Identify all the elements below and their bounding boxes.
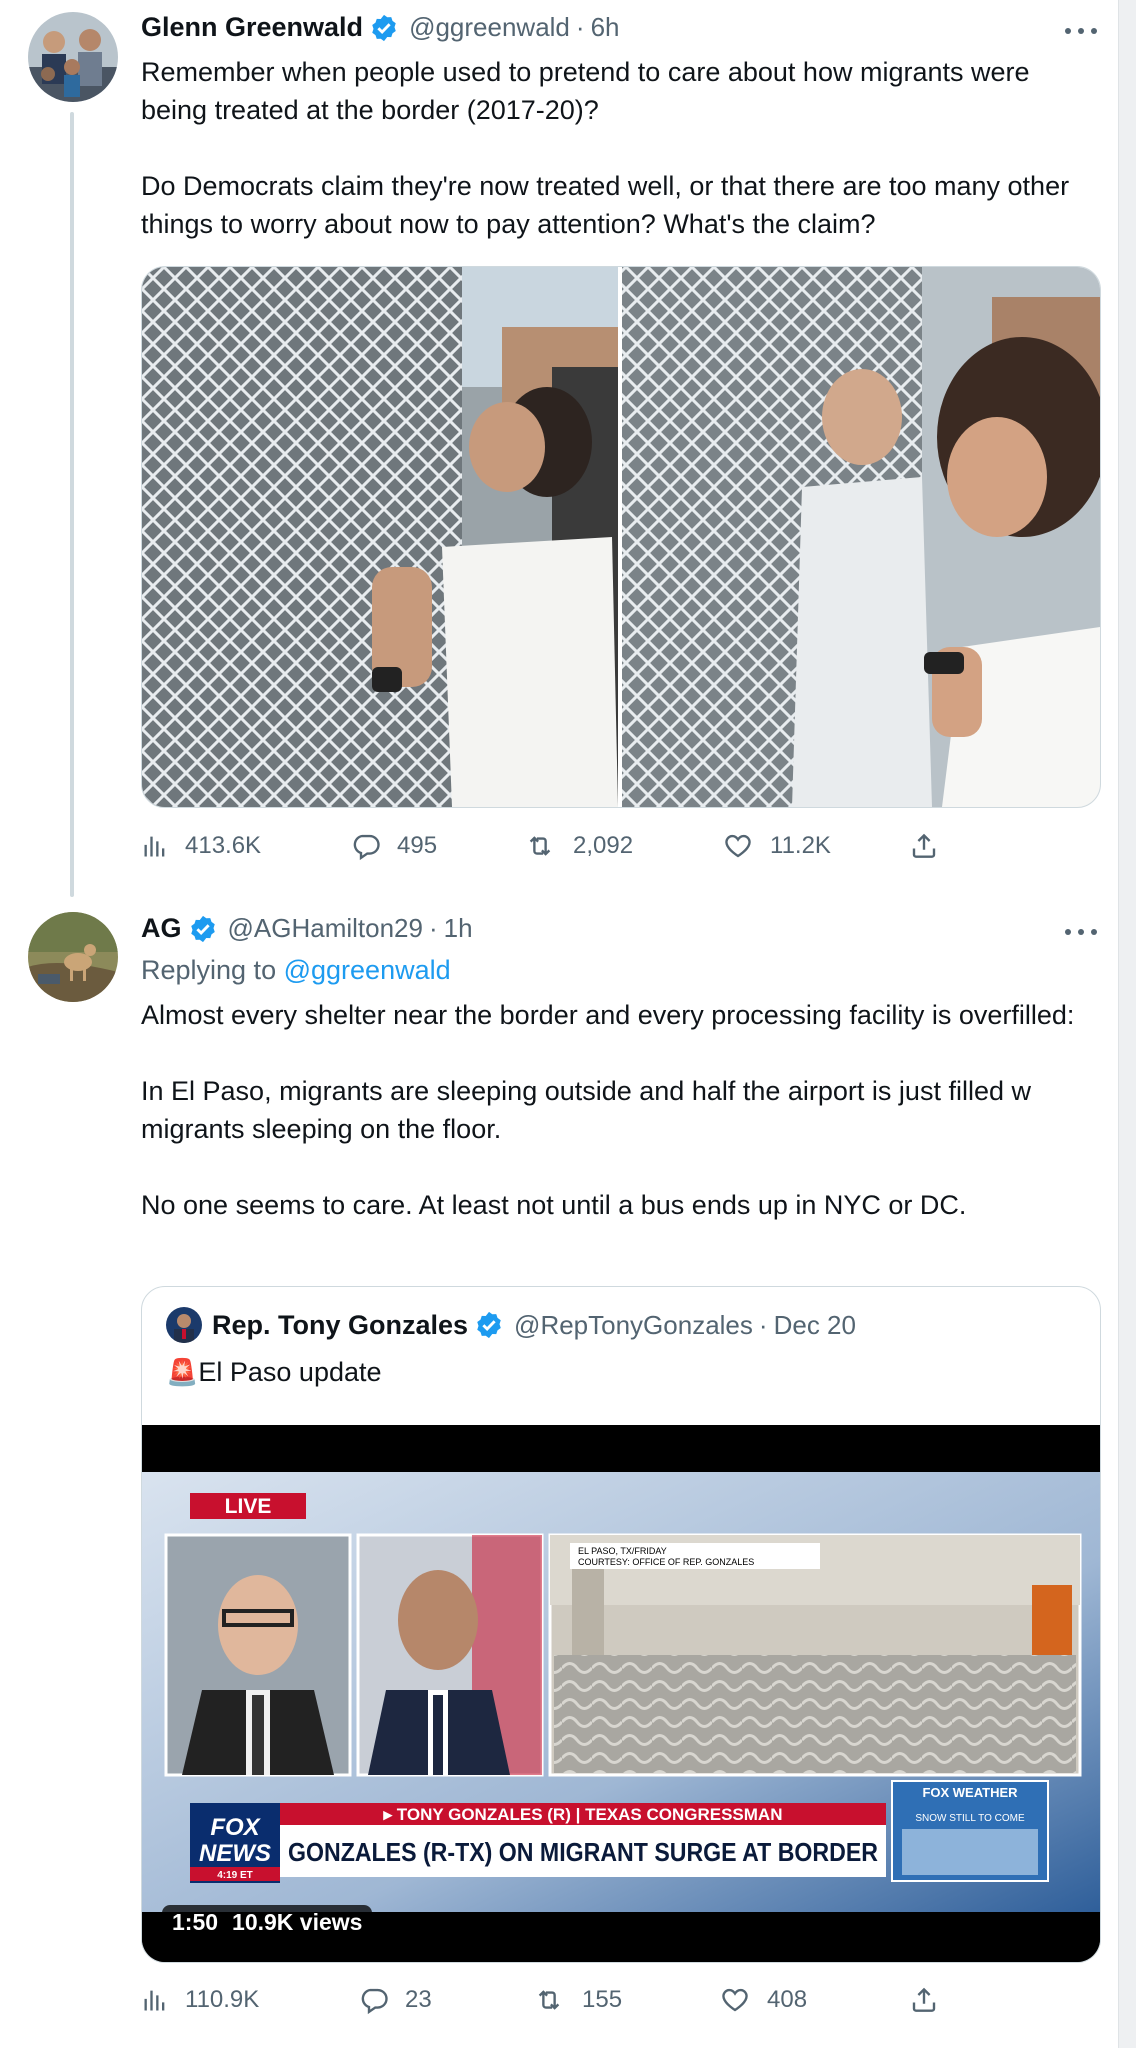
reply-count: 495 (397, 832, 438, 859)
weather-title: FOX WEATHER (922, 1785, 1018, 1800)
lower-third-main: GONZALES (R-TX) ON MIGRANT SURGE AT BORD… (288, 1837, 878, 1867)
retweet-button[interactable]: 155 (532, 1985, 622, 2015)
replying-to: Replying to @ggreenwald (141, 955, 451, 986)
tweet-actions: 413.6K 495 2,092 11.2K (141, 831, 961, 871)
dot-separator: · (575, 12, 585, 42)
heart-icon (722, 1988, 748, 2012)
share-button[interactable] (909, 831, 955, 861)
replying-to-link[interactable]: @ggreenwald (284, 955, 451, 985)
quote-header: Rep. Tony Gonzales @RepTonyGonzales · De… (166, 1307, 856, 1343)
quote-author-name[interactable]: Rep. Tony Gonzales (212, 1310, 468, 1341)
fox-logo-line1: FOX (210, 1814, 261, 1841)
retweet-count: 155 (582, 1986, 623, 2013)
quote-text-body: El Paso update (198, 1357, 382, 1387)
lower-third-top: ▸ TONY GONZALES (R) | TEXAS CONGRESSMAN (383, 1805, 783, 1824)
like-button[interactable]: 11.2K (722, 831, 831, 861)
courtesy-label: COURTESY: OFFICE OF REP. GONZALES (578, 1557, 754, 1567)
reply-button[interactable]: 495 (351, 831, 437, 861)
views-icon (144, 836, 165, 857)
author-name[interactable]: AG (141, 913, 182, 944)
verified-badge-icon (190, 915, 215, 942)
replying-prefix: Replying to (141, 955, 277, 985)
views-icon (144, 1990, 165, 2011)
video-player[interactable]: LIVE EL PASO, TX/FRIDAY COURTESY: OFFICE (142, 1425, 1100, 1962)
tweet-photos[interactable] (141, 266, 1101, 808)
quote-time[interactable]: Dec 20 (774, 1310, 856, 1341)
reply-count: 23 (405, 1986, 432, 2013)
dateline-label: EL PASO, TX/FRIDAY (578, 1546, 667, 1556)
fox-logo-line2: NEWS (199, 1840, 271, 1867)
views-count: 413.6K (185, 832, 262, 859)
page-scrollbar[interactable] (1118, 0, 1136, 2048)
tweet-header: Glenn Greenwald @ggreenwald · 6h (141, 12, 619, 43)
video-info-badge: 1:50 10.9K views (162, 1905, 373, 1940)
views-stat[interactable]: 110.9K (141, 1985, 259, 2015)
retweet-count: 2,092 (573, 832, 634, 859)
tweet-time[interactable]: 6h (591, 12, 620, 43)
share-button[interactable] (909, 1985, 955, 2015)
quoted-tweet[interactable]: Rep. Tony Gonzales @RepTonyGonzales · De… (141, 1286, 1101, 1963)
avatar[interactable] (28, 912, 118, 1002)
like-count: 408 (767, 1986, 808, 2013)
video-frame[interactable]: LIVE EL PASO, TX/FRIDAY COURTESY: OFFICE (142, 1425, 1100, 1962)
siren-emoji-icon: 🚨 (166, 1357, 199, 1387)
tweet-header: AG @AGHamilton29 · 1h (141, 913, 473, 944)
reply-button[interactable]: 23 (359, 1985, 432, 2015)
author-handle[interactable]: @AGHamilton29 (228, 913, 423, 944)
like-count: 11.2K (770, 832, 831, 859)
share-icon (912, 833, 936, 858)
avatar[interactable] (166, 1307, 202, 1343)
retweet-icon (538, 1990, 560, 2010)
live-badge: LIVE (225, 1495, 272, 1518)
video-duration: 1:50 (172, 1909, 219, 1935)
retweet-icon (529, 836, 551, 856)
dot-separator: · (428, 913, 438, 943)
more-options-icon[interactable] (1065, 925, 1099, 939)
tweet-time[interactable]: 1h (444, 913, 473, 944)
time-chip: 4:19 ET (217, 1870, 253, 1881)
author-name[interactable]: Glenn Greenwald (141, 12, 363, 43)
share-icon (912, 1987, 936, 2012)
author-handle[interactable]: @ggreenwald (409, 12, 570, 43)
dot-separator: · (758, 1309, 768, 1340)
like-button[interactable]: 408 (719, 1985, 807, 2015)
quote-author-handle[interactable]: @RepTonyGonzales (514, 1310, 753, 1341)
tweet-text: Almost every shelter near the border and… (141, 1000, 1075, 1220)
tweet-text: Remember when people used to pretend to … (141, 57, 1070, 239)
retweet-button[interactable]: 2,092 (523, 831, 633, 861)
thread-connector (70, 112, 74, 897)
tweet-actions: 110.9K 23 155 408 (141, 1985, 961, 2025)
photo-pair[interactable] (142, 267, 1100, 807)
video-views: 10.9K views (232, 1909, 363, 1935)
more-options-icon[interactable] (1065, 24, 1099, 38)
heart-icon (725, 834, 751, 858)
avatar[interactable] (28, 12, 118, 102)
verified-badge-icon (372, 14, 396, 41)
quote-text: 🚨 El Paso update (166, 1357, 382, 1388)
verified-badge-icon (477, 1311, 501, 1339)
views-stat[interactable]: 413.6K (141, 831, 261, 861)
reply-icon (361, 1988, 388, 2015)
views-count: 110.9K (185, 1986, 260, 2013)
reply-icon (353, 834, 380, 861)
weather-subtitle: SNOW STILL TO COME (915, 1813, 1025, 1824)
